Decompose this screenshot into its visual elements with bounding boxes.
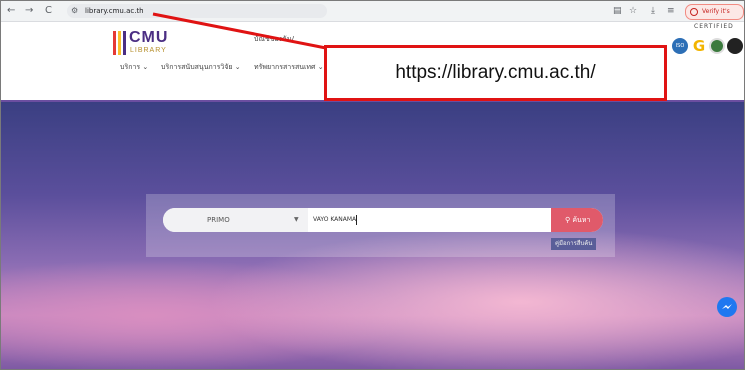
url-annotation-text: https://library.cmu.ac.th/: [395, 62, 596, 83]
url-annotation-box: https://library.cmu.ac.th/: [324, 45, 667, 101]
screenshot-frame: ← → C ⚙ library.cmu.ac.th ▤ ☆ ⤓ ≡ Verify…: [0, 0, 745, 370]
